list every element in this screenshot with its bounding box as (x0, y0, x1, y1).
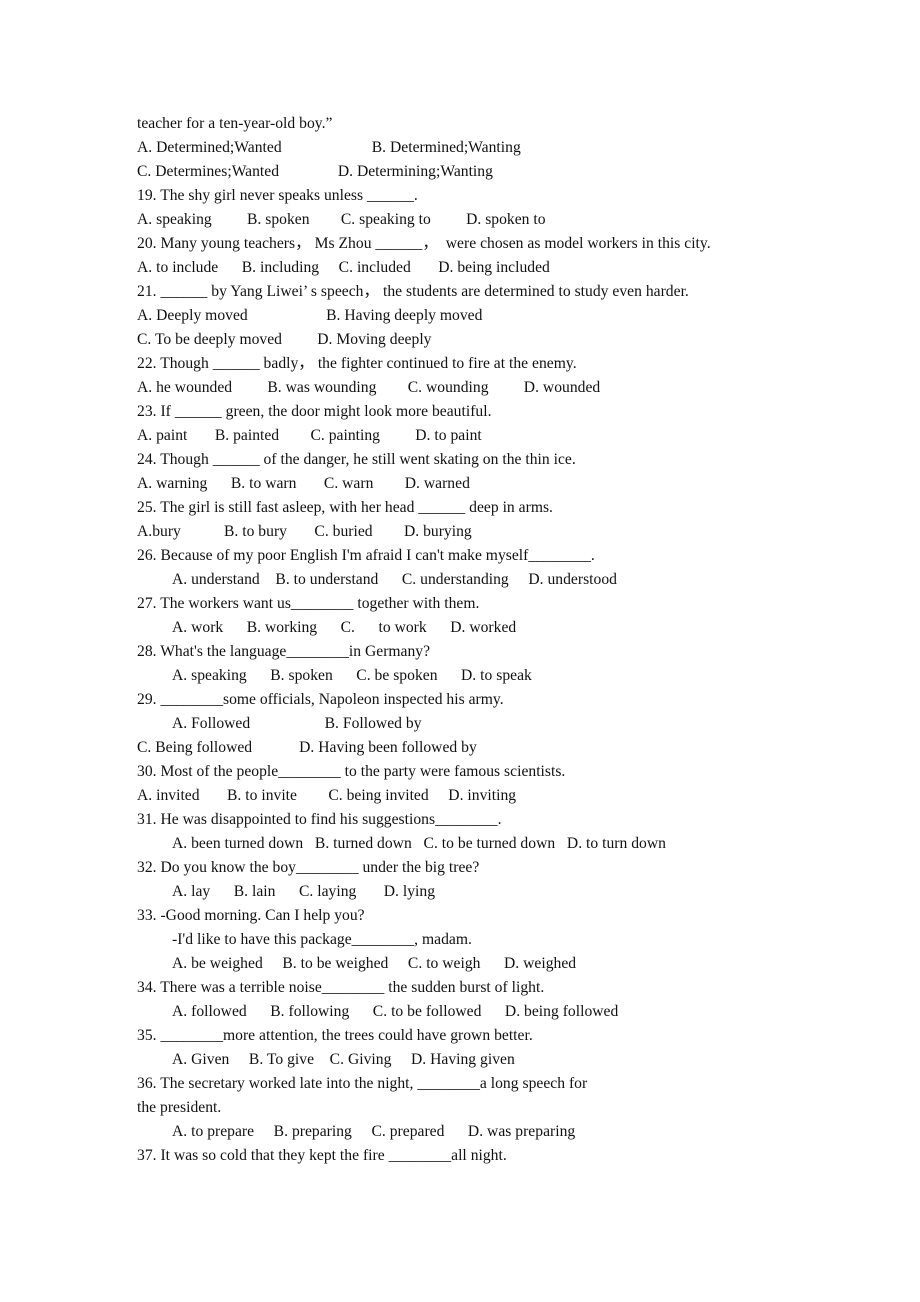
document-line: 29. ________some officials, Napoleon ins… (137, 691, 504, 708)
document-line: A. followed B. following C. to be follow… (172, 1003, 619, 1020)
document-line: 21. ______ by Yang Liwei’ s speech， the … (137, 283, 689, 300)
document-line: A. paint B. painted C. painting D. to pa… (137, 427, 482, 444)
document-line: A. speaking B. spoken C. be spoken D. to… (172, 667, 532, 684)
document-line: A. work B. working C. to work D. worked (172, 619, 517, 636)
document-line: 26. Because of my poor English I'm afrai… (137, 547, 595, 564)
document-line: A. Determined;Wanted B. Determined;Wanti… (137, 139, 521, 156)
document-line: 34. There was a terrible noise________ t… (137, 979, 545, 996)
document-line: 31. He was disappointed to find his sugg… (137, 811, 502, 828)
document-line: 37. It was so cold that they kept the fi… (137, 1147, 507, 1164)
document-line: A. Followed B. Followed by (172, 715, 422, 732)
document-line: 30. Most of the people________ to the pa… (137, 763, 566, 780)
document-line: A. be weighed B. to be weighed C. to wei… (172, 955, 577, 972)
document-line: 23. If ______ green, the door might look… (137, 403, 492, 420)
document-line: teacher for a ten-year-old boy.” (137, 115, 333, 132)
document-text-body: teacher for a ten-year-old boy.” A. Deter… (137, 112, 837, 1168)
document-line: 33. -Good morning. Can I help you? (137, 907, 365, 924)
document-line: 36. The secretary worked late into the n… (137, 1075, 588, 1092)
document-line: the president. (137, 1099, 222, 1116)
document-line: 25. The girl is still fast asleep, with … (137, 499, 553, 516)
document-line: 32. Do you know the boy________ under th… (137, 859, 480, 876)
document-line: 24. Though ______ of the danger, he stil… (137, 451, 576, 468)
document-line: A. lay B. lain C. laying D. lying (172, 883, 436, 900)
document-line: 27. The workers want us________ together… (137, 595, 480, 612)
document-line: 19. The shy girl never speaks unless ___… (137, 187, 418, 204)
document-line: A. warning B. to warn C. warn D. warned (137, 475, 470, 492)
document-line: 20. Many young teachers， Ms Zhou ______，… (137, 235, 711, 252)
document-line: A. invited B. to invite C. being invited… (137, 787, 517, 804)
document-line: A. speaking B. spoken C. speaking to D. … (137, 211, 546, 228)
document-line: A. Given B. To give C. Giving D. Having … (172, 1051, 515, 1068)
document-page: teacher for a ten-year-old boy.” A. Deter… (0, 0, 920, 1302)
document-line: 22. Though ______ badly， the fighter con… (137, 355, 577, 372)
document-line: C. To be deeply moved D. Moving deeply (137, 331, 432, 348)
document-line: 28. What's the language________in German… (137, 643, 431, 660)
document-line: C. Determines;Wanted D. Determining;Want… (137, 163, 493, 180)
document-line: A. understand B. to understand C. unders… (172, 571, 617, 588)
document-line: A. he wounded B. was wounding C. woundin… (137, 379, 601, 396)
document-line: C. Being followed D. Having been followe… (137, 739, 477, 756)
document-line: -I'd like to have this package________, … (172, 931, 472, 948)
document-line: A. been turned down B. turned down C. to… (172, 835, 666, 852)
document-line: A. to include B. including C. included D… (137, 259, 550, 276)
document-line: A. to prepare B. preparing C. prepared D… (172, 1123, 576, 1140)
document-line: A. Deeply moved B. Having deeply moved (137, 307, 483, 324)
document-line: 35. ________more attention, the trees co… (137, 1027, 533, 1044)
document-line: A.bury B. to bury C. buried D. burying (137, 523, 472, 540)
